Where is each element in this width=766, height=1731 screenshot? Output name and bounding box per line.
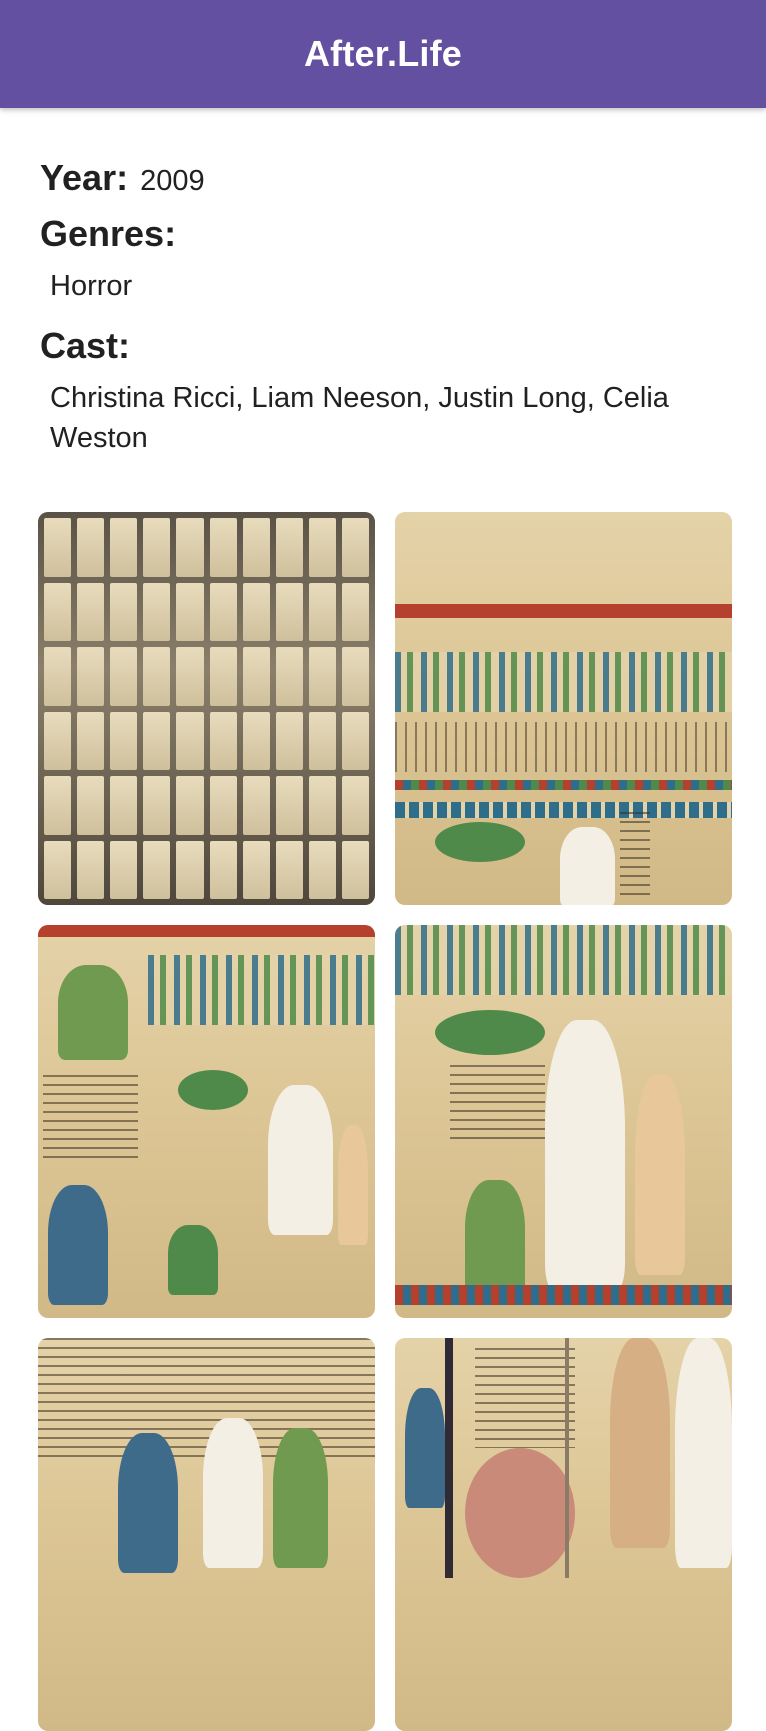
gallery-image[interactable] <box>38 512 375 905</box>
page-title: After.Life <box>303 33 463 74</box>
gallery-image[interactable] <box>395 512 732 905</box>
year-value: 2009 <box>140 165 205 197</box>
gallery-image[interactable] <box>38 925 375 1318</box>
image-gallery <box>38 512 732 1731</box>
niche-photo <box>38 512 375 905</box>
cast-value: Christina Ricci, Liam Neeson, Justin Lon… <box>50 382 669 454</box>
genres-value: Horror <box>50 270 133 302</box>
year-label: Year: <box>40 157 129 198</box>
gallery-image[interactable] <box>395 925 732 1318</box>
genres-label: Genres: <box>40 213 177 254</box>
gallery-image[interactable] <box>38 1338 375 1731</box>
movie-details: Year: 2009 Genres: Horror Cast: Christin… <box>40 150 730 470</box>
gallery-image[interactable] <box>395 1338 732 1731</box>
app-bar: After.Life <box>0 0 766 108</box>
cast-label: Cast: <box>40 325 131 366</box>
year-row: Year: 2009 <box>40 150 730 206</box>
